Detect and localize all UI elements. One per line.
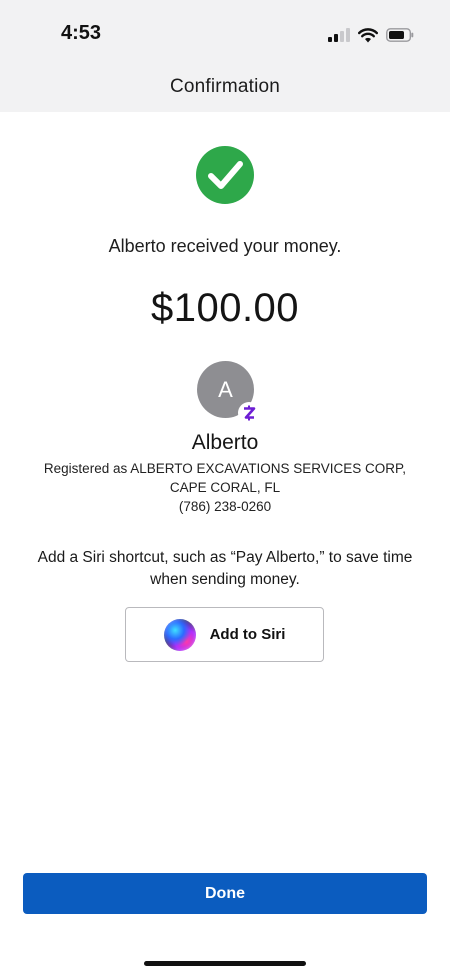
registered-line-2: CAPE CORAL, FL [169, 480, 281, 495]
recipient-name: Alberto [191, 431, 259, 454]
received-message: Alberto received your money. [108, 236, 342, 256]
status-time: 4:53 [61, 22, 102, 44]
add-to-siri-button[interactable]: Add to Siri [125, 607, 324, 662]
amount-value: $100.00 [150, 286, 300, 330]
registered-line-1: Registered as ALBERTO EXCAVATIONS SERVIC… [43, 461, 407, 476]
zelle-logo-icon [244, 405, 256, 421]
zelle-badge [238, 402, 260, 424]
status-icons [328, 24, 414, 46]
done-label: Done [205, 884, 245, 902]
cellular-signal-icon [328, 28, 350, 42]
siri-icon [163, 618, 196, 651]
siri-description-line-2: when sending money. [150, 571, 300, 588]
siri-description-line-1: Add a Siri shortcut, such as “Pay Albert… [37, 549, 413, 566]
avatar-initial: A [218, 376, 233, 402]
add-to-siri-label: Add to Siri [209, 626, 286, 643]
siri-shortcut-description: Add a Siri shortcut, such as “Pay Albert… [0, 547, 450, 591]
wifi-icon [358, 27, 378, 42]
page-title: Confirmation [169, 76, 281, 97]
battery-icon [386, 28, 414, 42]
home-indicator [144, 961, 306, 966]
done-button[interactable]: Done [23, 873, 427, 914]
recipient-phone: (786) 238-0260 [178, 499, 272, 514]
top-bar: 4:53 Confirmation [0, 0, 450, 112]
success-check-icon [196, 146, 254, 204]
recipient-registration: Registered as ALBERTO EXCAVATIONS SERVIC… [0, 459, 450, 516]
